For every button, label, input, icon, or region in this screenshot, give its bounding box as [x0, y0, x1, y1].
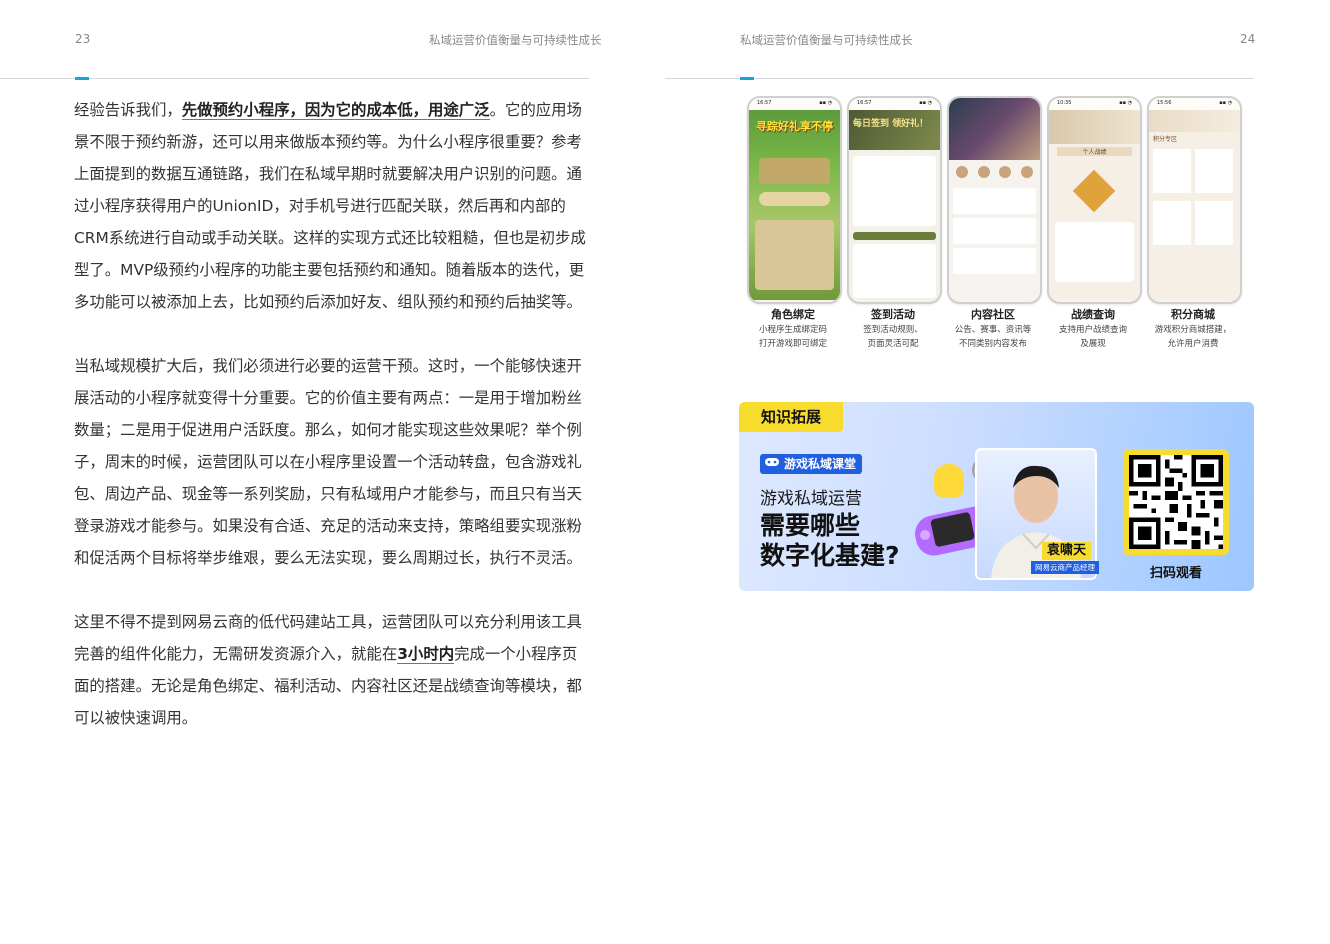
phone-stats: 10:35 ▪▪ ◔ 个人战绩 [1047, 96, 1142, 304]
phone-screen-2: 每日签到 领好礼！ [849, 110, 940, 300]
highlight-text-1: 先做预约小程序，因为它的成本低，用途广泛 [181, 101, 490, 120]
highlight-text-2: 3小时内 [397, 645, 455, 664]
caption-desc-3: 公告、赛事、资讯等 不同类别内容发布 [954, 325, 1032, 349]
gamepad-icon [764, 454, 780, 474]
page-number-right: 24 [1240, 32, 1256, 46]
phone-4-label: 个人战绩 [1057, 147, 1132, 156]
course-badge: 游戏私域课堂 [760, 454, 863, 474]
phone-screen-1: 寻踪好礼享不停 [749, 110, 840, 300]
paragraph-1: 经验告诉我们，先做预约小程序，因为它的成本低，用途广泛。它的应用场景不限于预约新… [74, 94, 590, 318]
banner-tag: 知识拓展 [739, 402, 843, 432]
body-text: 经验告诉我们，先做预约小程序，因为它的成本低，用途广泛。它的应用场景不限于预约新… [74, 94, 590, 766]
caption-title-3: 内容社区 [971, 308, 1015, 321]
phone-5-label: 积分专区 [1153, 136, 1178, 143]
banner-headline-line3: 数字化基建? [760, 541, 900, 570]
caption-title-5: 积分商城 [1171, 308, 1215, 321]
presenter-name: 袁啸天 [1042, 542, 1092, 560]
caption-title-2: 签到活动 [871, 308, 915, 321]
knowledge-banner[interactable]: 知识拓展 游戏私域课堂 游戏私域运营 需要哪些 数字化基建? 袁啸天 网易云商产… [739, 402, 1254, 591]
phone-checkin: 16:57 ▪▪ ◔ 每日签到 领好礼！ [847, 96, 942, 304]
running-title-right: 私域运营价值衡量与可持续性成长 [740, 33, 913, 47]
para1-lead: 经验告诉我们， [74, 101, 182, 119]
phone-screen-4: 个人战绩 [1049, 110, 1140, 300]
phone-role-binding: 16:57 ▪▪ ◔ 寻踪好礼享不停 [747, 96, 842, 304]
header-accent-left [75, 77, 89, 80]
phone-screen-3-hero [949, 98, 1040, 160]
caption-title-4: 战绩查询 [1071, 308, 1115, 321]
paragraph-3: 这里不得不提到网易云商的低代码建站工具，运营团队可以充分利用该工具完善的组件化能… [74, 606, 590, 734]
caption-desc-5: 游戏积分商城搭建， 允许用户消费 [1154, 325, 1232, 349]
phone-points-mall: 15:56 ▪▪ ◔ 积分专区 [1147, 96, 1242, 304]
phone-2-banner-text: 每日签到 领好礼！ [849, 110, 940, 150]
pikachu-figure [934, 464, 964, 498]
caption-title-1: 角色绑定 [771, 308, 815, 321]
phone-community [947, 96, 1042, 304]
header-accent-right [740, 77, 754, 80]
phone-screen-3 [949, 160, 1040, 300]
phone-statusbar: 15:56 ▪▪ ◔ [1149, 98, 1240, 110]
phone-statusbar: 16:57 ▪▪ ◔ [749, 98, 840, 110]
presenter-role: 网易云商产品经理 [1031, 561, 1099, 574]
phone-statusbar: 10:35 ▪▪ ◔ [1049, 98, 1140, 110]
para1-rest: 。它的应用场景不限于预约新游，还可以用来做版本预约等。为什么小程序很重要？参考上… [74, 101, 586, 311]
qr-label: 扫码观看 [1149, 566, 1202, 581]
caption-desc-2: 签到活动规则、 页面灵活可配 [863, 325, 923, 349]
paragraph-2: 当私域规模扩大后，我们必须进行必要的运营干预。这时，一个能够快速开展活动的小程序… [74, 357, 582, 567]
running-title-left: 私域运营价值衡量与可持续性成长 [429, 33, 602, 47]
qr-code[interactable] [1129, 455, 1223, 549]
caption-desc-1: 小程序生成绑定码 打开游戏即可绑定 [758, 325, 827, 349]
phone-screen-5: 积分专区 [1149, 110, 1240, 300]
phone-statusbar: 16:57 ▪▪ ◔ [849, 98, 940, 110]
page-number-left: 23 [75, 32, 91, 46]
qr-code-frame[interactable] [1123, 449, 1229, 555]
caption-desc-4: 支持用户战绩查询 及展现 [1058, 325, 1127, 349]
phone-1-banner-text: 寻踪好礼享不停 [756, 120, 833, 133]
course-badge-label: 游戏私域课堂 [784, 457, 857, 471]
